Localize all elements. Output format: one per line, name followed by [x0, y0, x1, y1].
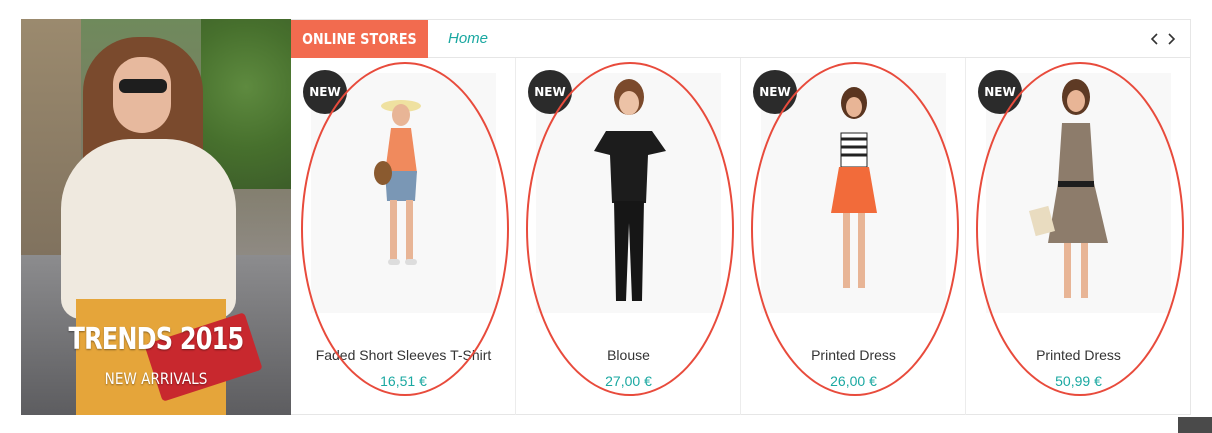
product-price: 50,99 € [1055, 373, 1102, 389]
new-badge: NEW [303, 70, 347, 114]
carousel-nav [1148, 29, 1178, 49]
banner-subtitle: NEW ARRIVALS [104, 369, 208, 388]
product-card[interactable]: NEW Faded Short Sleeves T-Shirt 16,51 € [291, 58, 516, 415]
product-price: 27,00 € [605, 373, 652, 389]
page: TRENDS 2015 NEW ARRIVALS ONLINE STORES H… [0, 0, 1212, 433]
product-card[interactable]: NEW Printed Dress 50,99 € [966, 58, 1191, 415]
product-name[interactable]: Printed Dress [966, 347, 1191, 363]
tab-home[interactable]: Home [448, 20, 488, 58]
tab-online-stores[interactable]: ONLINE STORES [291, 20, 428, 58]
tab-online-stores-label: ONLINE STORES [302, 30, 417, 48]
chevron-right-icon[interactable] [1164, 29, 1178, 49]
model-blouse [61, 139, 236, 319]
model-sunglasses [119, 79, 167, 93]
product-list: NEW Faded Short Sleeves T-Shirt 16,51 € … [291, 58, 1190, 415]
product-name[interactable]: Printed Dress [741, 347, 966, 363]
chevron-left-icon[interactable] [1148, 29, 1162, 49]
product-price: 16,51 € [380, 373, 427, 389]
product-name[interactable]: Blouse [516, 347, 741, 363]
product-card[interactable]: NEW Printed Dress 26,00 € [741, 58, 966, 415]
new-badge: NEW [978, 70, 1022, 114]
product-panel: ONLINE STORES Home NEW Faded Short Sleev… [291, 19, 1191, 415]
promo-banner[interactable]: TRENDS 2015 NEW ARRIVALS [21, 19, 291, 415]
product-card[interactable]: NEW Blouse 27,00 € [516, 58, 741, 415]
product-name[interactable]: Faded Short Sleeves T-Shirt [291, 347, 516, 363]
product-price: 26,00 € [830, 373, 877, 389]
scroll-to-top-button[interactable] [1178, 417, 1212, 433]
new-badge: NEW [528, 70, 572, 114]
model-face [113, 57, 171, 133]
new-badge: NEW [753, 70, 797, 114]
banner-title: TRENDS 2015 [68, 322, 245, 357]
tab-bar: ONLINE STORES Home [291, 20, 1190, 58]
